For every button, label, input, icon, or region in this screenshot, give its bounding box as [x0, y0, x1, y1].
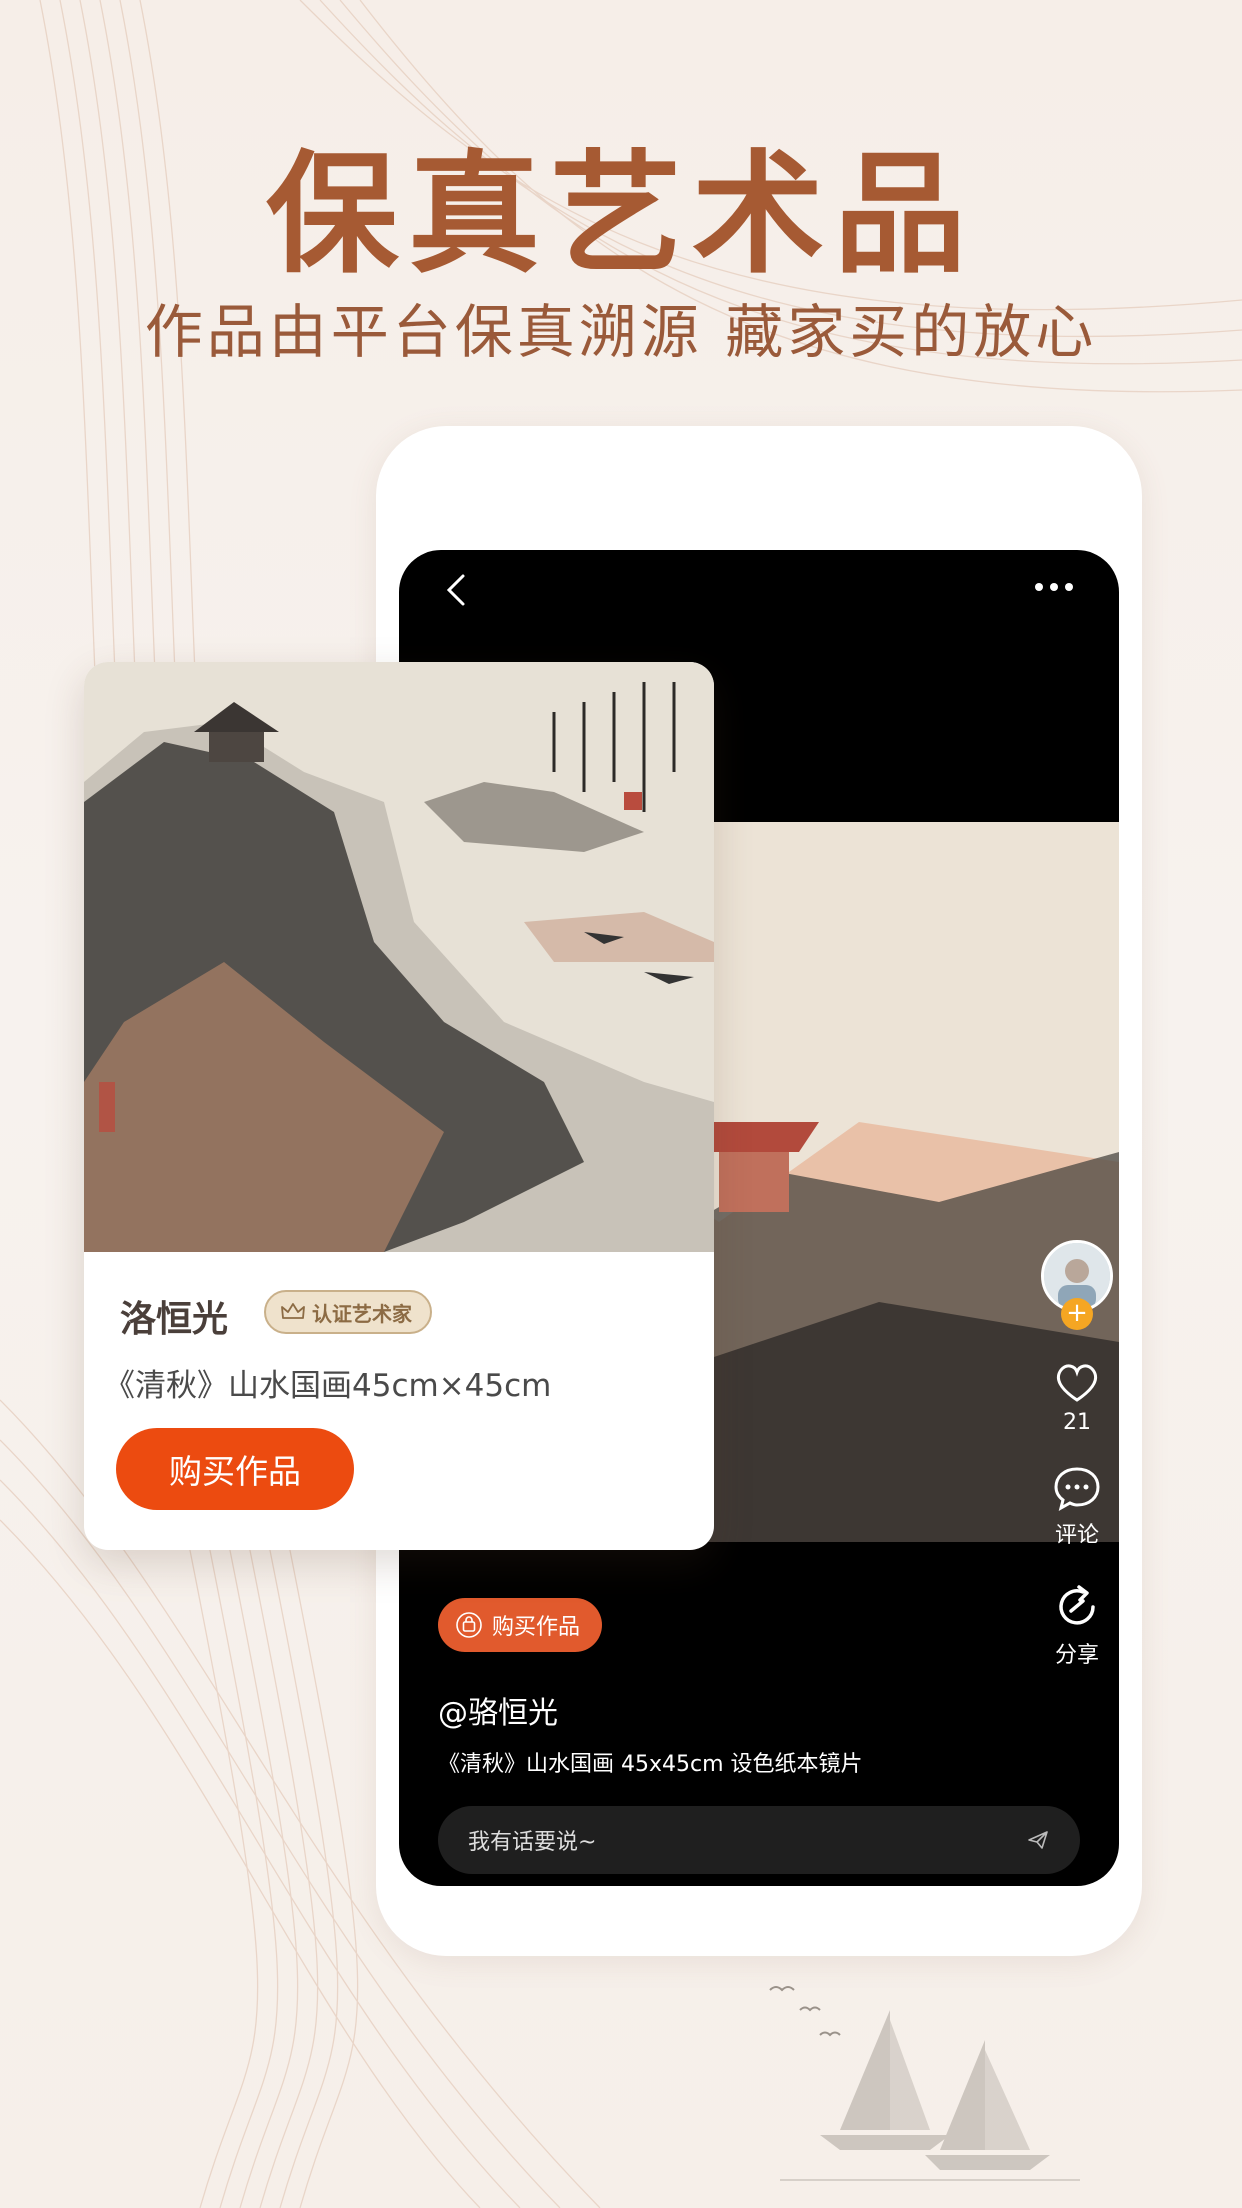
- artwork-card[interactable]: 洛恒光 认证艺术家 《清秋》山水国画45cm×45cm 购买作品: [84, 662, 714, 1550]
- share-icon: [1059, 1585, 1095, 1625]
- buy-pill-button[interactable]: 购买作品: [438, 1598, 603, 1652]
- author-handle[interactable]: @骆恒光: [438, 1688, 558, 1732]
- comment-action[interactable]: 评论: [1032, 1465, 1122, 1549]
- crown-icon: [281, 1303, 305, 1319]
- comment-placeholder: 我有话要说~: [468, 1830, 597, 1855]
- promo-subheadline: 作品由平台保真溯源 藏家买的放心: [144, 298, 1098, 366]
- bag-icon: [456, 1612, 482, 1638]
- buy-work-button[interactable]: 购买作品: [116, 1428, 354, 1510]
- work-title: 《清秋》山水国画45cm×45cm: [104, 1368, 552, 1404]
- follow-plus-icon[interactable]: +: [1061, 1298, 1093, 1330]
- like-action[interactable]: 21: [1032, 1360, 1122, 1435]
- buy-pill-label: 购买作品: [492, 1615, 581, 1640]
- work-description: 《清秋》山水国画 45x45cm 设色纸本镜片: [438, 1752, 863, 1777]
- artwork-image: [84, 662, 714, 1252]
- heart-icon: [1056, 1364, 1098, 1402]
- artist-name: 洛恒光: [120, 1299, 229, 1340]
- more-icon[interactable]: [1029, 572, 1079, 602]
- comment-icon: [1054, 1467, 1100, 1511]
- side-actions: + 21 评论 分享: [1032, 1240, 1122, 1669]
- boats-illustration: [769, 1986, 1080, 2181]
- share-action[interactable]: 分享: [1032, 1583, 1122, 1669]
- back-icon[interactable]: [439, 570, 475, 610]
- badge-label: 认证艺术家: [312, 1301, 412, 1326]
- comment-input[interactable]: 我有话要说~: [438, 1806, 1080, 1874]
- promo-headline: 保真艺术品: [266, 138, 976, 292]
- send-icon[interactable]: [1026, 1828, 1050, 1852]
- comment-label: 评论: [1054, 1523, 1099, 1548]
- share-label: 分享: [1054, 1643, 1099, 1668]
- like-count: 21: [1063, 1410, 1091, 1435]
- certified-badge: 认证艺术家: [264, 1290, 432, 1334]
